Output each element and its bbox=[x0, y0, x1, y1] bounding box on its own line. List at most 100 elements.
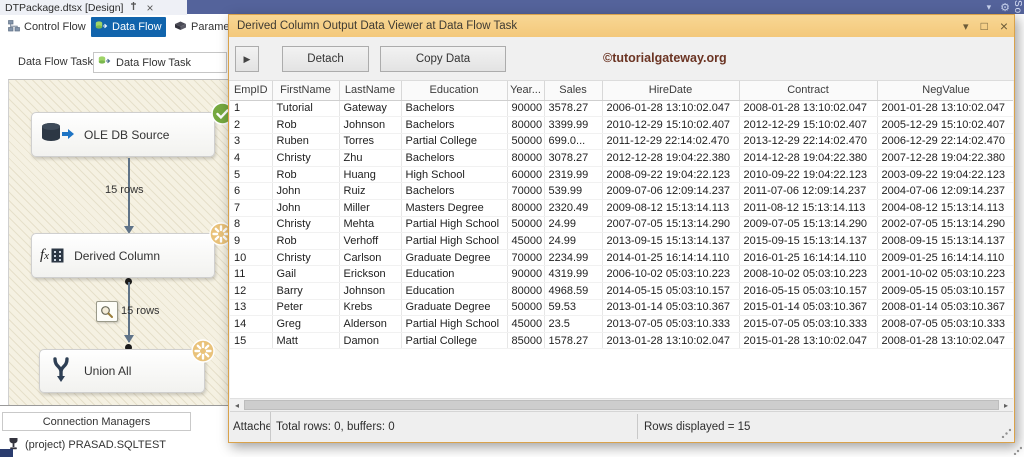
column-header-negvalue[interactable]: NegValue bbox=[877, 81, 1013, 100]
table-cell: 90000 bbox=[507, 266, 544, 283]
node-union-all[interactable]: Union All bbox=[39, 349, 205, 393]
connection-manager-item[interactable]: (project) PRASAD.SQLTEST bbox=[8, 437, 166, 453]
table-cell: 2003-09-22 19:04:22.123 bbox=[877, 166, 1013, 183]
tab-data-flow[interactable]: Data Flow bbox=[91, 17, 166, 37]
column-header-sales[interactable]: Sales bbox=[544, 81, 602, 100]
scroll-left-icon[interactable]: ◂ bbox=[230, 399, 244, 411]
task-selector-combo[interactable]: Data Flow Task bbox=[93, 52, 227, 73]
scroll-right-icon[interactable]: ▸ bbox=[999, 399, 1013, 411]
table-row[interactable]: 7JohnMillerMasters Degree800002320.49200… bbox=[230, 200, 1013, 217]
solution-explorer-vertical-tab[interactable]: So bbox=[1012, 0, 1023, 14]
chevron-down-icon[interactable]: ▾ bbox=[963, 20, 969, 33]
table-row[interactable]: 6JohnRuizBachelors70000539.992009-07-06 … bbox=[230, 183, 1013, 200]
pin-icon[interactable] bbox=[130, 1, 139, 14]
table-cell: Ruben bbox=[272, 133, 339, 150]
tab-parameters[interactable]: Parame bbox=[170, 17, 234, 37]
task-selector-row: Data Flow Task: Data Flow Task bbox=[0, 52, 228, 74]
window-resize-grip[interactable] bbox=[1013, 446, 1022, 455]
connection-managers-header[interactable]: Connection Managers bbox=[2, 412, 191, 431]
scrollbar-thumb[interactable] bbox=[244, 400, 999, 410]
table-cell: 2008-09-15 15:13:14.137 bbox=[877, 233, 1013, 250]
dialog-title-bar[interactable]: Derived Column Output Data Viewer at Dat… bbox=[229, 15, 1014, 37]
tab-label: Data Flow bbox=[112, 21, 162, 33]
table-cell: 24.99 bbox=[544, 216, 602, 233]
table-row[interactable]: 2RobJohnsonBachelors800003399.992010-12-… bbox=[230, 117, 1013, 134]
table-cell: Alderson bbox=[339, 316, 401, 333]
table-cell: 6 bbox=[230, 183, 272, 200]
table-cell: 45000 bbox=[507, 316, 544, 333]
column-header-lastname[interactable]: LastName bbox=[339, 81, 401, 100]
detach-button[interactable]: Detach bbox=[282, 46, 369, 72]
data-grid[interactable]: EmpID FirstName LastName Education Year.… bbox=[230, 81, 1013, 398]
table-row[interactable]: 1TutorialGatewayBachelors900003578.27200… bbox=[230, 100, 1013, 117]
expand-button[interactable]: ▶ bbox=[235, 46, 259, 72]
row-count-label: 15 rows bbox=[105, 184, 144, 196]
table-row[interactable]: 11GailEricksonEducation900004319.992006-… bbox=[230, 266, 1013, 283]
table-row[interactable]: 5RobHuangHigh School600002319.992008-09-… bbox=[230, 166, 1013, 183]
table-cell: Christy bbox=[272, 249, 339, 266]
table-row[interactable]: 4ChristyZhuBachelors800003078.272012-12-… bbox=[230, 150, 1013, 167]
data-viewer-button[interactable] bbox=[96, 301, 118, 322]
table-cell: 2008-01-14 05:03:10.367 bbox=[877, 299, 1013, 316]
column-header-hiredate[interactable]: HireDate bbox=[602, 81, 739, 100]
table-cell: 85000 bbox=[507, 332, 544, 349]
column-header-education[interactable]: Education bbox=[401, 81, 507, 100]
table-cell: 70000 bbox=[507, 183, 544, 200]
table-cell: Krebs bbox=[339, 299, 401, 316]
table-cell: 80000 bbox=[507, 283, 544, 300]
close-icon[interactable]: × bbox=[1000, 18, 1008, 34]
table-cell: 2010-12-29 15:10:02.407 bbox=[602, 117, 739, 134]
copy-data-button[interactable]: Copy Data bbox=[380, 46, 506, 72]
row-count-label: 15 rows bbox=[121, 305, 160, 317]
horizontal-scrollbar[interactable]: ◂ ▸ bbox=[230, 398, 1013, 411]
table-cell: Matt bbox=[272, 332, 339, 349]
table-cell: 2005-12-29 15:10:02.407 bbox=[877, 117, 1013, 134]
table-cell: 11 bbox=[230, 266, 272, 283]
table-row[interactable]: 8ChristyMehtaPartial High School5000024.… bbox=[230, 216, 1013, 233]
node-ole-db-source[interactable]: OLE DB Source bbox=[31, 112, 215, 157]
status-attached: Attache bbox=[230, 412, 271, 441]
watermark-text: ©tutorialgateway.org bbox=[603, 51, 727, 65]
table-cell: Rob bbox=[272, 166, 339, 183]
table-row[interactable]: 12BarryJohnsonEducation800004968.592014-… bbox=[230, 283, 1013, 300]
table-row[interactable]: 14GregAldersonPartial High School4500023… bbox=[230, 316, 1013, 333]
table-cell: 2016-01-25 16:14:14.110 bbox=[739, 249, 877, 266]
data-flow-canvas[interactable]: OLE DB Source 15 rows fx Derived Column bbox=[8, 79, 228, 405]
table-row[interactable]: 9RobVerhoffPartial High School4500024.99… bbox=[230, 233, 1013, 250]
dialog-resize-grip[interactable] bbox=[1001, 428, 1011, 438]
column-header-contract[interactable]: Contract bbox=[739, 81, 877, 100]
table-cell: 59.53 bbox=[544, 299, 602, 316]
gear-icon[interactable]: ⚙ bbox=[1000, 1, 1010, 14]
fx-icon: fx bbox=[40, 247, 64, 264]
table-cell: 2008-09-22 19:04:22.123 bbox=[602, 166, 739, 183]
table-cell: John bbox=[272, 200, 339, 217]
table-row[interactable]: 13PeterKrebsGraduate Degree5000059.53201… bbox=[230, 299, 1013, 316]
tab-control-flow[interactable]: Control Flow bbox=[4, 17, 90, 37]
column-header-empid[interactable]: EmpID bbox=[230, 81, 272, 100]
table-row[interactable]: 10ChristyCarlsonGraduate Degree700002234… bbox=[230, 249, 1013, 266]
table-cell: Rob bbox=[272, 233, 339, 250]
table-cell: 2012-12-29 15:10:02.407 bbox=[739, 117, 877, 134]
table-cell: Bachelors bbox=[401, 183, 507, 200]
union-all-icon bbox=[48, 356, 74, 387]
table-row[interactable]: 15MattDamonPartial College850001578.2720… bbox=[230, 332, 1013, 349]
table-row[interactable]: 3RubenTorresPartial College50000699.0...… bbox=[230, 133, 1013, 150]
table-cell: Damon bbox=[339, 332, 401, 349]
status-divider bbox=[637, 414, 638, 439]
maximize-icon[interactable]: □ bbox=[981, 19, 988, 33]
dialog-toolbar: ▶ Detach Copy Data ©tutorialgateway.org bbox=[229, 37, 1014, 81]
table-cell: 2006-01-28 13:10:02.047 bbox=[602, 100, 739, 117]
table-cell: Torres bbox=[339, 133, 401, 150]
column-header-yearlyincome[interactable]: Year... bbox=[507, 81, 544, 100]
app-root: ▾ ⚙ So DTPackage.dtsx [Design] × Control… bbox=[0, 0, 1024, 457]
close-icon[interactable]: × bbox=[146, 3, 153, 13]
document-tab[interactable]: DTPackage.dtsx [Design] × bbox=[0, 0, 187, 15]
table-cell: 50000 bbox=[507, 299, 544, 316]
node-label: Union All bbox=[84, 364, 131, 378]
table-cell: 2006-10-02 05:03:10.223 bbox=[602, 266, 739, 283]
column-header-firstname[interactable]: FirstName bbox=[272, 81, 339, 100]
table-cell: 2015-01-28 13:10:02.047 bbox=[739, 332, 877, 349]
chevron-down-icon[interactable]: ▾ bbox=[987, 2, 992, 13]
table-cell: 2008-10-02 05:03:10.223 bbox=[739, 266, 877, 283]
node-derived-column[interactable]: fx Derived Column bbox=[31, 233, 215, 278]
